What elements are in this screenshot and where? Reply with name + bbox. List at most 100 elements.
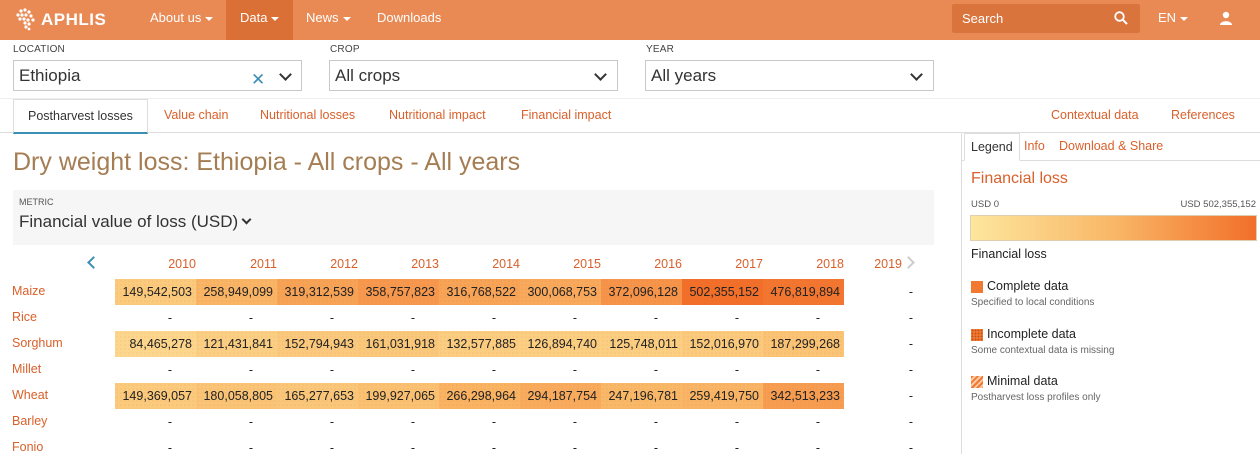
table-cell[interactable]: - [196, 357, 277, 383]
crop-label-fonio[interactable]: Fonio [12, 440, 43, 454]
table-cell[interactable]: 161,031,918 [358, 331, 439, 357]
table-cell[interactable]: 121,431,841 [196, 331, 277, 357]
crop-label-wheat[interactable]: Wheat [12, 388, 48, 402]
table-cell[interactable]: 316,768,522 [439, 279, 520, 305]
table-cell[interactable]: 259,419,750 [682, 383, 763, 409]
table-cell[interactable]: - [115, 357, 196, 383]
user-icon[interactable] [1219, 11, 1233, 25]
table-cell[interactable]: 152,794,943 [277, 331, 358, 357]
table-cell[interactable]: - [763, 409, 844, 435]
language-selector[interactable]: EN [1158, 0, 1189, 36]
table-cell[interactable]: - [844, 435, 913, 461]
table-cell[interactable]: - [439, 409, 520, 435]
tab-nutritional-impact[interactable]: Nutritional impact [389, 99, 486, 133]
table-cell[interactable]: 126,894,740 [520, 331, 601, 357]
nav-about-us[interactable]: About us [136, 0, 227, 40]
table-cell[interactable]: 358,757,823 [358, 279, 439, 305]
table-cell[interactable]: - [844, 305, 913, 331]
table-cell[interactable]: - [520, 409, 601, 435]
table-cell[interactable]: - [763, 357, 844, 383]
tab-download-share[interactable]: Download & Share [1059, 133, 1163, 161]
crop-label-maize[interactable]: Maize [12, 284, 45, 298]
nav-data[interactable]: Data [226, 0, 294, 40]
table-cell[interactable]: - [520, 357, 601, 383]
table-cell[interactable]: 372,096,128 [601, 279, 682, 305]
tab-references[interactable]: References [1171, 99, 1235, 133]
table-cell[interactable]: 125,748,011 [601, 331, 682, 357]
year-select[interactable]: All years [645, 60, 934, 91]
table-cell[interactable]: - [844, 331, 913, 357]
table-cell[interactable]: - [682, 305, 763, 331]
table-cell[interactable]: - [601, 357, 682, 383]
table-cell[interactable]: - [601, 409, 682, 435]
nav-news[interactable]: News [292, 0, 365, 40]
table-cell[interactable]: - [682, 357, 763, 383]
tab-info[interactable]: Info [1024, 133, 1045, 161]
table-cell[interactable]: 149,542,503 [115, 279, 196, 305]
table-cell[interactable]: - [439, 305, 520, 331]
aphlis-logo[interactable]: APHLIS [12, 7, 106, 33]
table-cell[interactable]: 342,513,233 [763, 383, 844, 409]
table-cell[interactable]: - [196, 435, 277, 461]
table-cell[interactable]: - [115, 409, 196, 435]
crop-select[interactable]: All crops [329, 60, 618, 91]
table-cell[interactable]: 152,016,970 [682, 331, 763, 357]
table-cell[interactable]: - [601, 305, 682, 331]
table-cell[interactable]: - [763, 435, 844, 461]
table-cell[interactable]: - [277, 305, 358, 331]
table-cell[interactable]: - [520, 305, 601, 331]
table-cell[interactable]: 502,355,152 [682, 279, 763, 305]
search-input[interactable] [952, 4, 1102, 33]
table-cell[interactable]: - [196, 409, 277, 435]
table-cell[interactable]: - [115, 435, 196, 461]
table-cell[interactable]: - [844, 357, 913, 383]
table-cell[interactable]: - [844, 409, 913, 435]
table-cell[interactable]: 319,312,539 [277, 279, 358, 305]
table-cell[interactable]: 266,298,964 [439, 383, 520, 409]
table-cell[interactable]: - [439, 357, 520, 383]
table-cell[interactable]: - [682, 409, 763, 435]
crop-label-rice[interactable]: Rice [12, 310, 37, 324]
table-cell[interactable]: 187,299,268 [763, 331, 844, 357]
table-cell[interactable]: - [196, 305, 277, 331]
tab-financial-impact[interactable]: Financial impact [521, 99, 611, 133]
crop-label-millet[interactable]: Millet [12, 362, 41, 376]
nav-downloads[interactable]: Downloads [363, 0, 455, 40]
table-cell[interactable]: - [115, 305, 196, 331]
table-cell[interactable]: - [601, 435, 682, 461]
table-cell[interactable]: - [844, 383, 913, 409]
table-cell[interactable]: - [763, 305, 844, 331]
table-cell[interactable]: 199,927,065 [358, 383, 439, 409]
crop-label-sorghum[interactable]: Sorghum [12, 336, 63, 350]
chevron-left-icon[interactable] [87, 256, 100, 269]
clear-icon[interactable]: ✕ [251, 65, 265, 94]
table-cell[interactable]: - [439, 435, 520, 461]
table-cell[interactable]: - [277, 409, 358, 435]
tab-value-chain[interactable]: Value chain [164, 99, 228, 133]
location-select[interactable]: Ethiopia ✕ [13, 60, 302, 91]
table-cell[interactable]: 247,196,781 [601, 383, 682, 409]
table-cell[interactable]: - [520, 435, 601, 461]
table-cell[interactable]: 165,277,653 [277, 383, 358, 409]
table-cell[interactable]: 258,949,099 [196, 279, 277, 305]
table-cell[interactable]: 300,068,753 [520, 279, 601, 305]
table-cell[interactable]: - [844, 279, 913, 305]
table-cell[interactable]: 476,819,894 [763, 279, 844, 305]
table-cell[interactable]: 294,187,754 [520, 383, 601, 409]
table-cell[interactable]: 132,577,885 [439, 331, 520, 357]
table-cell[interactable]: - [358, 435, 439, 461]
table-cell[interactable]: 149,369,057 [115, 383, 196, 409]
metric-selector[interactable]: METRIC Financial value of loss (USD) [13, 190, 934, 245]
tab-postharvest-losses[interactable]: Postharvest losses [13, 99, 148, 134]
search-icon[interactable] [1114, 11, 1128, 25]
tab-nutritional-losses[interactable]: Nutritional losses [260, 99, 355, 133]
table-cell[interactable]: 180,058,805 [196, 383, 277, 409]
tab-legend[interactable]: Legend [964, 133, 1020, 161]
table-cell[interactable]: - [358, 409, 439, 435]
table-cell[interactable]: 84,465,278 [115, 331, 196, 357]
table-cell[interactable]: - [277, 357, 358, 383]
chevron-right-icon[interactable] [902, 256, 915, 269]
tab-contextual-data[interactable]: Contextual data [1051, 99, 1139, 133]
table-cell[interactable]: - [358, 357, 439, 383]
table-cell[interactable]: - [358, 305, 439, 331]
